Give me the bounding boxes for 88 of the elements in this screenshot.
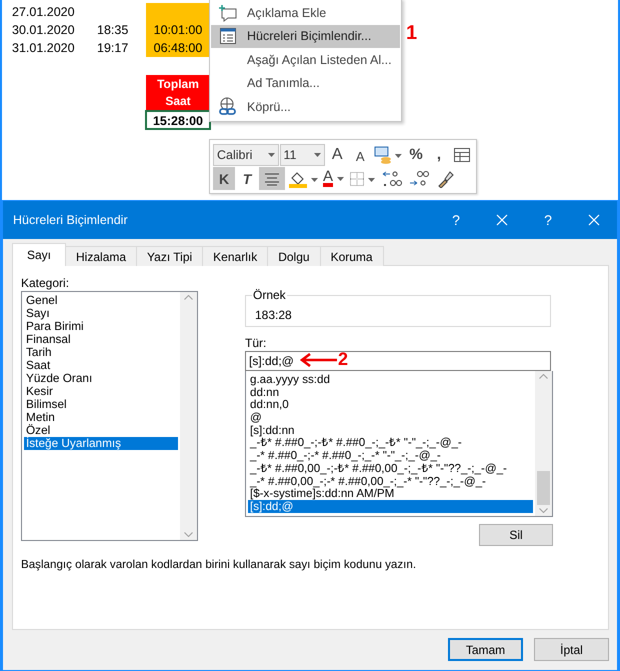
paint-bucket-icon — [288, 170, 318, 188]
list-item[interactable]: _-₺* #.##0_-;-₺* #.##0_-;_-₺* "-"_-;_-@_- — [248, 436, 533, 450]
list-item[interactable]: İsteğe Uyarlanmış — [24, 437, 178, 450]
caret-icon — [268, 152, 275, 156]
menu-item[interactable]: Köprü... — [211, 95, 400, 118]
chevron-up-icon — [539, 374, 548, 379]
list-item[interactable]: Yüzde Oranı — [24, 372, 178, 385]
menu-item[interactable]: Açıklama Ekle — [211, 1, 400, 24]
center-align-button[interactable] — [259, 167, 285, 190]
italic-button[interactable]: T — [236, 167, 258, 190]
tab[interactable]: Dolgu — [267, 246, 321, 266]
arrow-icon — [300, 353, 338, 367]
list-item[interactable]: Saat — [24, 359, 178, 372]
menu-item[interactable]: Ad Tanımla... — [211, 72, 400, 95]
list-item[interactable]: Metin — [24, 411, 178, 424]
tab[interactable]: Yazı Tipi — [136, 246, 204, 266]
dialog-button[interactable]: İptal — [534, 638, 609, 661]
dialog-button[interactable]: Tamam — [448, 638, 523, 661]
help-button[interactable]: ? — [525, 201, 571, 239]
list-item[interactable]: Finansal — [24, 333, 178, 346]
list-item[interactable]: Tarih — [24, 346, 178, 359]
number-format-button[interactable]: , — [428, 143, 450, 166]
caret-icon — [314, 152, 322, 156]
list-item[interactable]: @ — [248, 411, 533, 424]
chevron-up-icon — [184, 295, 193, 300]
font-size-dropdown[interactable]: 11 — [280, 144, 326, 166]
cell-text: 30.01.2020 — [12, 22, 76, 39]
grow-font-button[interactable]: A — [326, 143, 348, 166]
menu-item[interactable]: Aşağı Açılan Listeden Al... — [211, 48, 400, 72]
annotation-number: 2 — [338, 349, 348, 370]
list-item[interactable]: [s]:dd:nn — [248, 424, 533, 436]
increase-decimal-icon — [382, 170, 404, 188]
tab[interactable]: Koruma — [320, 246, 384, 266]
chevron-down-icon — [539, 508, 548, 513]
cell-text: 31.01.2020 — [12, 40, 76, 57]
font-color-button[interactable]: A — [321, 167, 346, 190]
list-item[interactable]: dd:nn — [248, 386, 533, 398]
delete-button[interactable]: Sil — [479, 524, 553, 546]
list-item[interactable]: Kesir — [24, 385, 178, 398]
scrollbar-thumb[interactable] — [537, 471, 550, 505]
decrease-decimal-icon — [409, 170, 432, 188]
cell: 06:48:00 — [146, 39, 210, 57]
comment-icon — [218, 4, 238, 22]
list-item[interactable]: [$-x-systime]s:dd:nn AM/PM — [248, 487, 533, 500]
list-item[interactable]: Özel — [24, 424, 178, 437]
font-name-dropdown[interactable]: Calibri — [213, 144, 279, 166]
tab[interactable]: Hizalama — [65, 246, 138, 266]
cell-text: 18:35 — [97, 22, 130, 39]
header-cell: Toplam Saat — [146, 75, 210, 110]
shrink-font-button[interactable]: A — [349, 143, 372, 166]
group-label: Örnek — [252, 288, 287, 302]
window-title: Hücreleri Biçimlendir — [13, 213, 129, 227]
tab[interactable]: Sayı — [12, 243, 66, 266]
tab[interactable]: Kenarlık — [202, 246, 268, 266]
description-text: Başlangıç olarak varolan kodlardan birini kullanarak sayı biçim kodunu yazın. — [21, 558, 418, 571]
list-item[interactable]: [s]:dd;@ — [248, 500, 533, 513]
menu-item[interactable]: Hücreleri Biçimlendir... — [211, 24, 400, 48]
sample-value: 183:28 — [255, 308, 292, 322]
close-icon — [588, 214, 600, 226]
format-cells-icon — [219, 27, 237, 46]
list-item[interactable]: Bilimsel — [24, 398, 178, 411]
list-item[interactable]: _-₺* #.##0,00_-;-₺* #.##0,00_-;_-₺* "-"??_-;_-@_- — [248, 462, 533, 474]
align-center-icon — [264, 172, 280, 186]
cell-text: 19:17 — [97, 40, 130, 57]
list-item[interactable]: _-* #.##0_-;-* #.##0_-;_-* "-"_-;_-@_- — [248, 449, 533, 462]
globe-link-icon — [218, 96, 238, 117]
list-item[interactable]: g.aa.yyyy ss:dd — [248, 373, 533, 386]
close-icon — [496, 214, 508, 226]
field-label: Kategori: — [21, 276, 70, 290]
help-button[interactable]: ? — [433, 201, 479, 239]
table-icon — [453, 146, 471, 162]
field-label: Tür: — [245, 336, 268, 350]
cell — [146, 3, 210, 21]
list-item[interactable]: dd:nn,0 — [248, 398, 533, 412]
list-item[interactable]: _-* #.##0,00_-;-* #.##0,00_-;_-* "-"??_-;_-@_- — [248, 474, 533, 488]
number-format-button[interactable]: % — [405, 143, 427, 166]
list-item[interactable]: Para Birimi — [24, 320, 178, 333]
paintbrush-icon — [436, 170, 454, 188]
cell: 10:01:00 — [146, 21, 210, 39]
caret-icon — [337, 176, 344, 180]
money-coins-icon — [374, 146, 402, 164]
chevron-down-icon — [184, 532, 193, 537]
bold-button[interactable]: K — [213, 167, 235, 190]
list-item[interactable]: Genel — [24, 294, 178, 307]
list-item[interactable]: Sayı — [24, 307, 178, 320]
annotation-number: 1 — [406, 22, 418, 45]
cell-text: 27.01.2020 — [12, 4, 76, 21]
borders-icon — [349, 170, 378, 186]
